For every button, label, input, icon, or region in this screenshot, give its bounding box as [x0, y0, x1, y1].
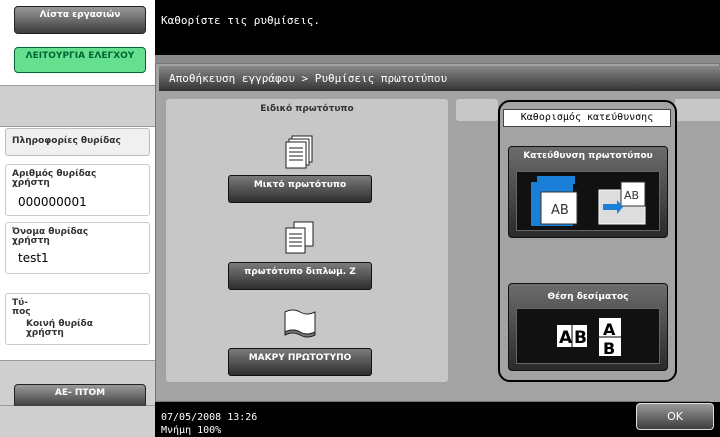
function-check-button[interactable]: ΛΕΙΤΟΥΡΓΙΑ ΕΛΕΓΧΟΥ — [14, 47, 146, 73]
long-original-icon — [284, 309, 316, 338]
box-type-label: Τύ- πος — [12, 298, 31, 317]
section-spacer-right — [675, 99, 720, 121]
instruction-text: Καθορίστε τις ρυθμίσεις. — [161, 14, 320, 27]
section-spacer — [456, 99, 498, 121]
box-info-label: Πληροφορίες θυρίδας — [12, 136, 121, 146]
svg-text:B: B — [574, 328, 587, 348]
left-divider-band — [0, 85, 155, 127]
user-box-number-panel: Αριθμός θυρίδας χρήστη 000000001 — [5, 164, 150, 216]
breadcrumb: Αποθήκευση εγγράφου > Ρυθμίσεις πρωτοτύπ… — [159, 66, 720, 91]
left-panel: Λίστα εργασιών ΛΕΙΤΟΥΡΓΙΑ ΕΛΕΓΧΟΥ Πληροφ… — [0, 0, 155, 437]
binding-position-icon: A B A B — [557, 318, 621, 358]
svg-text:A: A — [559, 328, 573, 348]
binding-position-button[interactable]: Θέση δεσίματος A B A B — [508, 283, 668, 371]
user-box-name-panel: Όνομα θυρίδας χρήστη test1 — [5, 222, 150, 274]
date-time: 07/05/2008 13:26 — [161, 412, 258, 423]
user-box-name-value: test1 — [18, 251, 49, 265]
long-original-button[interactable]: ΜΑΚΡΥ ΠΡΩΤΟΤΥΠΟ — [228, 348, 372, 376]
box-info-header: Πληροφορίες θυρίδας — [5, 128, 150, 156]
ok-button[interactable]: OK — [636, 403, 714, 430]
svg-text:A: A — [603, 320, 616, 339]
user-box-number-label: Αριθμός θυρίδας χρήστη — [12, 169, 97, 188]
user-box-number-value: 000000001 — [18, 195, 87, 209]
original-direction-preview: AB AB — [516, 171, 660, 231]
back-button[interactable]: ΑΕ- ΠΤΟΜ — [14, 384, 146, 408]
z-folded-original-button[interactable]: πρωτότυπο διπλωμ. Z — [228, 262, 372, 290]
binding-position-label: Θέση δεσίματος — [547, 292, 629, 302]
svg-text:AB: AB — [624, 189, 639, 202]
original-direction-icon: AB AB — [531, 176, 646, 226]
binding-position-preview: A B A B — [516, 308, 660, 364]
special-original-title: Ειδικό πρωτότυπο — [260, 104, 354, 114]
box-type-panel: Τύ- πος Κοινή θυρίδα χρήστη — [5, 293, 150, 345]
original-direction-button[interactable]: Κατεύθυνση πρωτοτύπου AB AB — [508, 146, 668, 238]
svg-text:B: B — [603, 339, 615, 358]
user-box-name-label: Όνομα θυρίδας χρήστη — [12, 227, 89, 246]
z-folded-original-icon — [285, 221, 314, 254]
svg-text:AB: AB — [551, 203, 569, 218]
mixed-original-button[interactable]: Μικτό πρωτότυπο — [228, 175, 372, 203]
original-direction-label: Κατεύθυνση πρωτοτύπου — [523, 151, 653, 161]
orientation-title: Καθορισμός κατεύθυνσης — [503, 109, 671, 127]
box-type-value: Κοινή θυρίδα χρήστη — [26, 319, 93, 338]
left-footer — [0, 406, 155, 437]
memory-status: Μνήμη 100% — [161, 425, 222, 436]
mixed-original-icon — [285, 135, 313, 169]
message-bar — [155, 0, 720, 55]
job-list-button[interactable]: Λίστα εργασιών — [14, 6, 146, 34]
